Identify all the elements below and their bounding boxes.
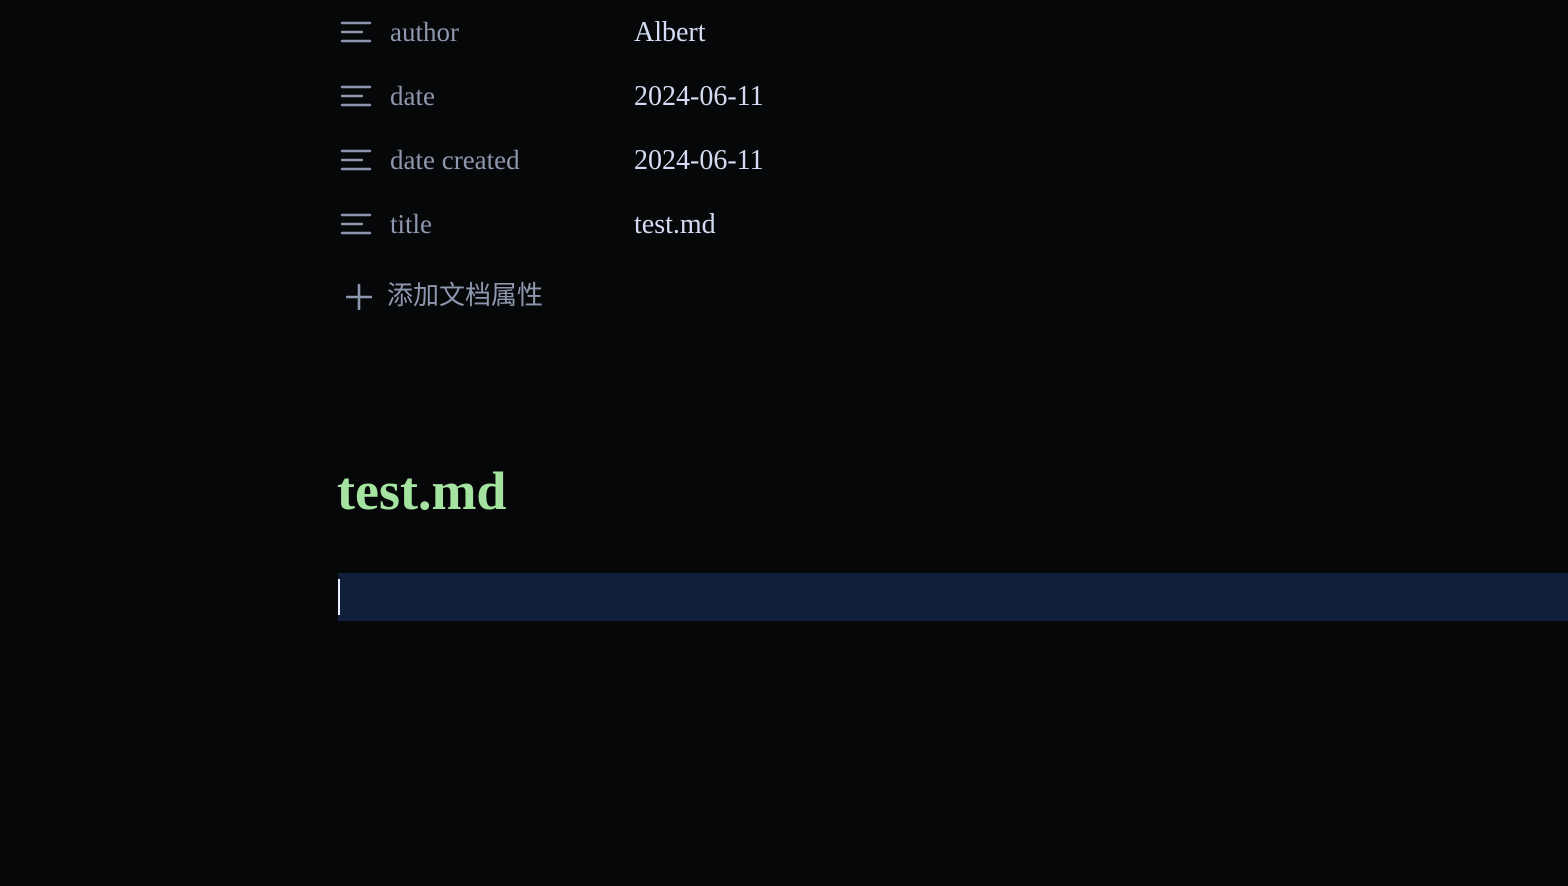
add-property-button[interactable]: 添加文档属性 [338, 276, 578, 316]
property-row-date-created[interactable]: date created 2024-06-11 [338, 140, 938, 180]
property-value[interactable]: 2024-06-11 [634, 83, 764, 111]
plus-icon [346, 284, 372, 310]
add-property-label: 添加文档属性 [387, 281, 544, 311]
property-row-date[interactable]: date 2024-06-11 [338, 76, 938, 116]
text-lines-icon [340, 149, 372, 171]
property-key[interactable]: date created [390, 146, 520, 174]
property-row-author[interactable]: author Albert [338, 12, 938, 52]
property-key[interactable]: author [390, 18, 459, 46]
text-lines-icon [340, 85, 372, 107]
text-caret [338, 579, 340, 615]
property-key[interactable]: title [390, 210, 432, 238]
property-value[interactable]: 2024-06-11 [634, 147, 764, 175]
text-lines-icon [340, 213, 372, 235]
editor-active-line[interactable] [338, 573, 1568, 621]
property-key[interactable]: date [390, 82, 435, 110]
property-value[interactable]: Albert [634, 19, 706, 47]
text-lines-icon [340, 21, 372, 43]
property-value[interactable]: test.md [634, 211, 716, 239]
document-title[interactable]: test.md [337, 460, 506, 522]
property-row-title[interactable]: title test.md [338, 204, 938, 244]
